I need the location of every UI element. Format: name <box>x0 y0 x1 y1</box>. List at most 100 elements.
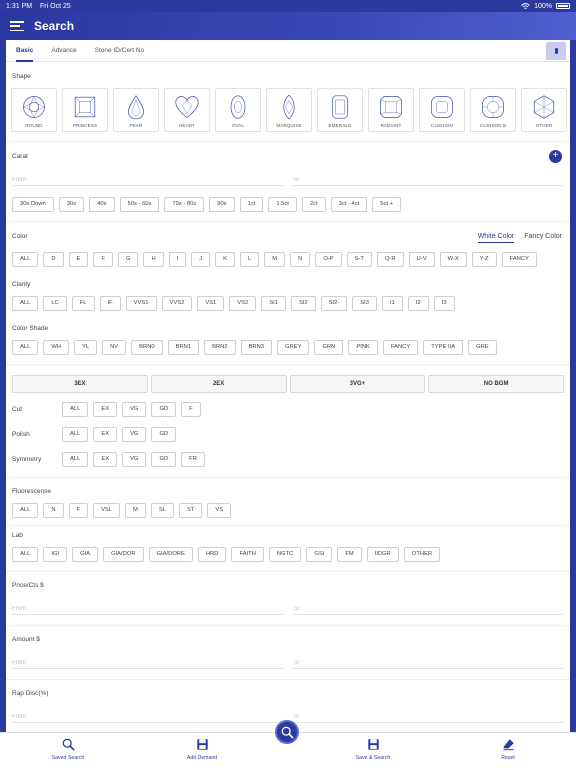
lab-chip[interactable]: GIA <box>72 547 99 562</box>
color-chip[interactable]: Y-Z <box>471 252 497 267</box>
symmetry-chip[interactable]: ALL <box>62 452 89 467</box>
carat-chip[interactable]: 30s Down <box>12 197 54 212</box>
color-chip[interactable]: M <box>264 252 286 267</box>
shape-other[interactable]: OTHER <box>521 88 567 132</box>
lab-chip[interactable]: GIA/DOR <box>103 547 144 562</box>
color-chip[interactable]: H <box>143 252 164 267</box>
carat-to-input[interactable] <box>293 174 564 186</box>
saved-search-button[interactable]: Saved Search <box>33 738 103 761</box>
shade-chip[interactable]: GRN <box>314 340 344 355</box>
add-demand-button[interactable]: Add Demand <box>167 738 237 761</box>
shade-chip[interactable]: WH <box>43 340 69 355</box>
shade-chip[interactable]: GREY <box>277 340 310 355</box>
shade-chip[interactable]: ALL <box>12 340 39 355</box>
shade-chip[interactable]: FANCY <box>382 340 419 355</box>
cut-chip[interactable]: ALL <box>62 402 89 417</box>
search-fab-button[interactable] <box>275 720 299 744</box>
clarity-chip[interactable]: I2 <box>407 296 429 311</box>
clarity-chip[interactable]: ALL <box>12 296 39 311</box>
carat-chip[interactable]: 40s <box>89 197 115 212</box>
shade-chip[interactable]: TYPE IIA <box>423 340 464 355</box>
color-chip[interactable]: L <box>240 252 260 267</box>
color-chip[interactable]: O-P <box>315 252 342 267</box>
fluorescence-chip[interactable]: ST <box>178 503 203 518</box>
price-to-input[interactable] <box>293 603 564 615</box>
clarity-chip[interactable]: VVS2 <box>161 296 193 311</box>
color-chip[interactable]: E <box>68 252 89 267</box>
shape-princess[interactable]: PRINCESS <box>62 88 108 132</box>
cut-chip[interactable]: GD <box>151 402 177 417</box>
clarity-chip[interactable]: SI2 <box>290 296 316 311</box>
clarity-chip[interactable]: SI1 <box>261 296 286 311</box>
carat-chip[interactable]: 2ct <box>301 197 326 212</box>
fluorescence-chip[interactable]: ALL <box>12 503 39 518</box>
clarity-chip[interactable]: I3 <box>433 296 455 311</box>
symmetry-chip[interactable]: VG <box>122 452 147 467</box>
polish-chip[interactable]: GD <box>151 427 177 442</box>
combo-2ex-button[interactable]: 2EX <box>150 375 287 393</box>
shade-chip[interactable]: BRN1 <box>167 340 200 355</box>
color-chip[interactable]: ALL <box>12 252 39 267</box>
color-chip[interactable]: S-T <box>346 252 372 267</box>
combo-3ex-button[interactable]: 3EX <box>12 375 148 393</box>
carat-chip[interactable]: 70s - 80s <box>164 197 205 212</box>
lab-chip[interactable]: HRD <box>197 547 227 562</box>
carat-chip[interactable]: 50s - 60s <box>119 197 160 212</box>
carat-chip[interactable]: 3ct - 4ct <box>330 197 368 212</box>
clarity-chip[interactable]: I1 <box>382 296 403 311</box>
color-chip[interactable]: G <box>117 252 139 267</box>
carat-chip[interactable]: 1.5ct <box>268 197 297 212</box>
clarity-chip[interactable]: IF <box>99 296 121 311</box>
fancy-color-toggle[interactable]: Fancy Color <box>524 233 562 243</box>
shade-chip[interactable]: PINK <box>348 340 378 355</box>
shade-chip[interactable]: BRN2 <box>204 340 236 355</box>
shade-chip[interactable]: BRN0 <box>131 340 163 355</box>
clarity-chip[interactable]: SI3 <box>352 296 378 311</box>
clarity-chip[interactable]: FL <box>71 296 95 311</box>
shape-oval[interactable]: OVAL <box>215 88 261 132</box>
fluorescence-chip[interactable]: VS <box>207 503 232 518</box>
add-carat-button[interactable]: + <box>549 150 562 163</box>
voice-search-button[interactable] <box>546 42 566 60</box>
cut-chip[interactable]: VG <box>122 402 147 417</box>
amount-to-input[interactable] <box>293 657 564 669</box>
reset-button[interactable]: Reset <box>473 738 543 761</box>
color-chip[interactable]: W-X <box>439 252 467 267</box>
combo-no-bgm-button[interactable]: NO BGM <box>428 375 564 393</box>
color-chip[interactable]: K <box>215 252 236 267</box>
carat-chip[interactable]: 5ct + <box>372 197 401 212</box>
shape-pear[interactable]: PEAR <box>113 88 159 132</box>
lab-chip[interactable]: NGTC <box>268 547 302 562</box>
shape-cushion[interactable]: CUSHION <box>419 88 465 132</box>
white-color-toggle[interactable]: White Color <box>477 233 515 243</box>
shade-chip[interactable]: NV <box>102 340 127 355</box>
fluorescence-chip[interactable]: SL <box>150 503 174 518</box>
shade-chip[interactable]: GRE <box>468 340 497 355</box>
lab-chip[interactable]: GSI <box>306 547 333 562</box>
combo-3vg-button[interactable]: 3VG+ <box>289 375 426 393</box>
shape-marquise[interactable]: MARQUISE <box>266 88 312 132</box>
fluorescence-chip[interactable]: F <box>68 503 89 518</box>
lab-chip[interactable]: FAITH <box>231 547 264 562</box>
fluorescence-chip[interactable]: M <box>125 503 146 518</box>
lab-chip[interactable]: IGI <box>43 547 68 562</box>
lab-chip[interactable]: ALL <box>12 547 39 562</box>
shape-round[interactable]: ROUND <box>11 88 57 132</box>
polish-chip[interactable]: VG <box>122 427 147 442</box>
color-chip[interactable]: U-V <box>408 252 435 267</box>
shape-heart[interactable]: HEART <box>164 88 210 132</box>
menu-icon[interactable] <box>10 21 24 31</box>
shade-chip[interactable]: BRN3 <box>240 340 273 355</box>
shape-radiant[interactable]: RADIANT <box>368 88 414 132</box>
clarity-chip[interactable]: SI2- <box>320 296 348 311</box>
fluorescence-chip[interactable]: N <box>43 503 64 518</box>
shade-chip[interactable]: YL <box>74 340 98 355</box>
polish-chip[interactable]: ALL <box>62 427 89 442</box>
color-chip[interactable]: F <box>93 252 113 267</box>
shape-cushion-b[interactable]: CUSHION B <box>470 88 516 132</box>
clarity-chip[interactable]: VVS1 <box>125 296 157 311</box>
cut-chip[interactable]: EX <box>93 402 118 417</box>
color-chip[interactable]: Q-R <box>376 252 404 267</box>
color-chip[interactable]: N <box>290 252 311 267</box>
tab-basic[interactable]: Basic <box>16 40 34 62</box>
